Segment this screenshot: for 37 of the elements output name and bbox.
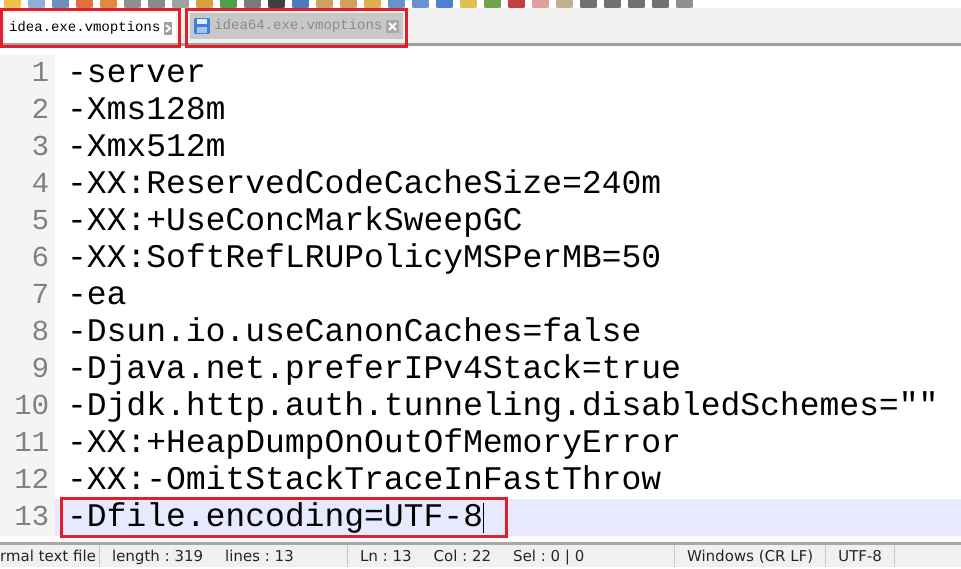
code-line: -XX:+UseConcMarkSweepGC	[67, 203, 522, 240]
line-number: 8	[0, 314, 55, 351]
code-line: -Xms128m	[67, 92, 226, 129]
line-number: 1	[0, 55, 55, 92]
status-text: UTF-8	[838, 546, 882, 567]
line-number: 4	[0, 166, 55, 203]
code-line: -XX:SoftRefLRUPolicyMSPerMB=50	[67, 240, 662, 277]
file-tab[interactable]: idea.exe.vmoptions	[5, 13, 176, 43]
line-number: 10	[0, 388, 55, 425]
line-number: 7	[0, 277, 55, 314]
code-line: -XX:+HeapDumpOnOutOfMemoryError	[67, 425, 681, 462]
save-icon	[194, 18, 210, 34]
line-number: 12	[0, 462, 55, 499]
code-line: -Xmx512m	[67, 129, 226, 166]
text-cursor	[482, 502, 484, 532]
status-text: length : 319	[112, 546, 204, 567]
status-text: rmal text file	[0, 546, 96, 567]
code-line: -XX:ReservedCodeCacheSize=240m	[67, 166, 662, 203]
line-number: 2	[0, 92, 55, 129]
line-number: 9	[0, 351, 55, 388]
line-number: 11	[0, 425, 55, 462]
line-number: 5	[0, 203, 55, 240]
status-text: Col : 22	[434, 546, 492, 567]
code-line: -XX:-OmitStackTraceInFastThrow	[67, 462, 662, 499]
code-line: -Djdk.http.auth.tunneling.disabledSchemes=""	[67, 388, 938, 425]
code-line: -ea	[67, 277, 126, 314]
line-number: 3	[0, 129, 55, 166]
code-line: -Dfile.encoding=UTF-8	[67, 499, 483, 536]
status-text: lines : 13	[225, 546, 294, 567]
code-line: -Djava.net.preferIPv4Stack=true	[67, 351, 681, 388]
code-line: -server	[67, 55, 206, 92]
line-number: 13	[0, 499, 55, 536]
code-line: -Dsun.io.useCanonCaches=false	[67, 314, 642, 351]
line-number: 6	[0, 240, 55, 277]
status-text: Ln : 13	[360, 546, 412, 567]
status-text: Sel : 0 | 0	[513, 546, 584, 567]
status-text: Windows (CR LF)	[687, 546, 814, 567]
